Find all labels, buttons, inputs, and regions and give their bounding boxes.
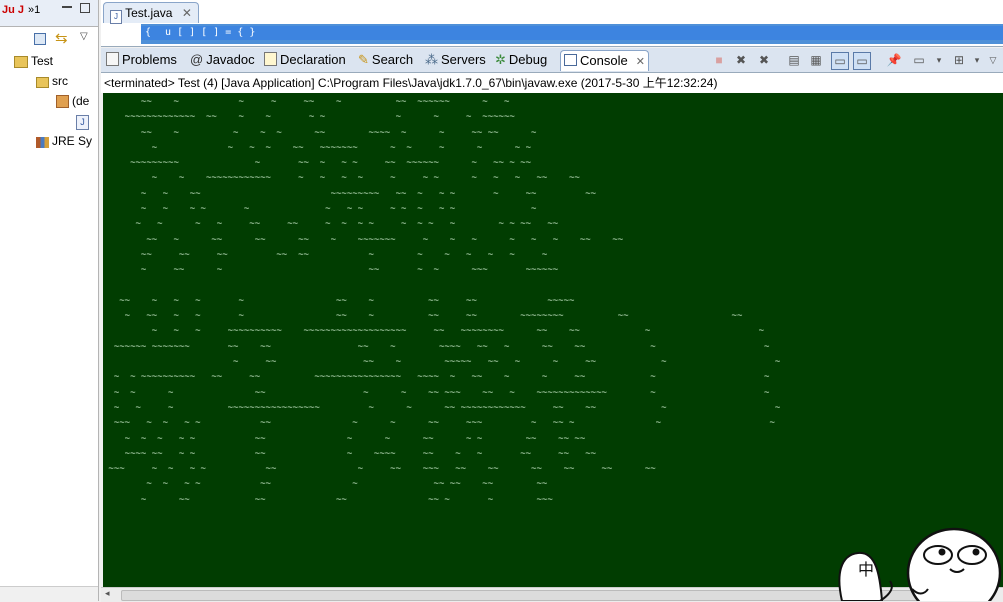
library-icon [36, 137, 49, 148]
editor-tab-test-java[interactable]: J Test.java ✕ [103, 2, 199, 24]
tab-javadoc[interactable]: @ Javadoc [187, 50, 258, 70]
package-explorer-panel: Ju J »1 ⇆ ▽ Test src (de J JRE Sy [0, 0, 99, 601]
java-file-icon: J [110, 10, 122, 24]
open-console-icon[interactable]: ⊞ [951, 52, 967, 68]
code-line: { [145, 27, 152, 38]
tab-console[interactable]: Console ✕ [560, 50, 649, 71]
tree-item-label: Test [31, 54, 54, 68]
code-line: u [ ] [ ] = { } [159, 27, 256, 38]
console-text: ~~ ~ ~ ~ ~~ ~ ~~ ~~~~~~ ~ ~ ~~~~~~~~~~~~… [108, 97, 781, 505]
collapse-all-icon[interactable] [34, 33, 46, 45]
tab-label: Declaration [280, 52, 346, 67]
meme-face-sticker: 中 [838, 527, 1002, 601]
clear-console-icon[interactable]: ▤ [786, 52, 802, 68]
debug-icon: ✲ [495, 52, 506, 67]
link-with-editor-icon[interactable]: ⇆ [55, 29, 68, 47]
display-console-icon[interactable]: ▭ [911, 52, 927, 68]
tree-item-java-file[interactable]: J [76, 112, 89, 130]
tab-label: Servers [441, 52, 486, 67]
java-file-icon: J [76, 115, 89, 130]
tab-search[interactable]: ✎ Search [355, 50, 416, 70]
declaration-icon [264, 52, 277, 66]
view-menu-icon[interactable]: ▽ [985, 52, 1001, 68]
tree-item-default-package[interactable]: (de [56, 92, 89, 110]
tab-label: Console [580, 53, 628, 68]
package-icon [56, 95, 69, 108]
meme-text: 中 [858, 560, 874, 579]
console-output[interactable]: ~~ ~ ~ ~ ~~ ~ ~~ ~~~~~~ ~ ~ ~~~~~~~~~~~~… [103, 93, 1003, 587]
scroll-left-icon[interactable]: ◂ [105, 588, 110, 599]
view-tab-bar: Problems @ Javadoc Declaration ✎ Search ⁂ S… [101, 48, 1003, 73]
editor-area: J Test.java ✕ { u [ ] [ ] = { } [101, 0, 1003, 47]
editor-gutter [101, 24, 141, 44]
tree-item-label: JRE Sy [52, 134, 93, 148]
at-icon: @ [190, 52, 204, 67]
editor-text[interactable]: { u [ ] [ ] = { } [101, 24, 1003, 44]
tab-label: Problems [122, 52, 177, 67]
close-icon[interactable]: ✕ [636, 56, 645, 68]
problems-icon [106, 52, 119, 66]
dropdown-icon[interactable]: ▾ [931, 52, 947, 68]
view-menu-icon[interactable]: ▽ [80, 31, 88, 42]
editor-selected-code[interactable]: { u [ ] [ ] = { } [141, 26, 1003, 40]
tree-item-project[interactable]: Test [14, 52, 53, 70]
editor-tab-label: Test.java [125, 6, 173, 20]
tab-label: Search [371, 52, 414, 67]
tree-item-label: src [52, 74, 68, 88]
tab-label: Debug [508, 52, 548, 67]
show-console-on-output-icon[interactable]: ▭ [831, 52, 849, 70]
left-horizontal-scrollbar[interactable] [0, 586, 98, 601]
close-icon[interactable]: ✕ [182, 6, 192, 20]
tab-declaration[interactable]: Declaration [261, 50, 349, 70]
left-tab-bar: Ju J »1 [0, 0, 98, 27]
dropdown-icon[interactable]: ▾ [969, 52, 985, 68]
tree-item-jre[interactable]: JRE Sy [36, 132, 92, 150]
project-folder-icon [14, 56, 28, 68]
junit-tab[interactable]: Ju J [2, 4, 24, 16]
tree-item-src[interactable]: src [36, 72, 68, 90]
maximize-icon[interactable] [80, 3, 90, 13]
console-status-line: <terminated> Test (4) [Java Application]… [101, 73, 1003, 93]
more-views-tab[interactable]: »1 [28, 4, 40, 16]
pin-console-icon[interactable]: 📌 [886, 52, 902, 68]
scroll-lock-icon[interactable]: ▦ [808, 52, 824, 68]
minimize-icon[interactable] [62, 6, 72, 8]
show-console-on-error-icon[interactable]: ▭ [853, 52, 871, 70]
remove-all-terminated-icon[interactable]: ✖ [756, 52, 772, 68]
terminate-icon[interactable]: ■ [711, 52, 727, 68]
tab-label: Javadoc [206, 52, 255, 67]
servers-icon: ⁂ [425, 52, 438, 67]
tab-problems[interactable]: Problems [103, 50, 180, 70]
tree-item-label: (de [72, 94, 90, 108]
source-folder-icon [36, 77, 49, 88]
console-icon [564, 54, 577, 66]
tab-debug[interactable]: ✲ Debug [492, 50, 550, 70]
left-toolbar: ⇆ ▽ [0, 27, 98, 53]
search-icon: ✎ [358, 52, 369, 67]
tab-servers[interactable]: ⁂ Servers [422, 50, 489, 70]
remove-launch-icon[interactable]: ✖ [733, 52, 749, 68]
